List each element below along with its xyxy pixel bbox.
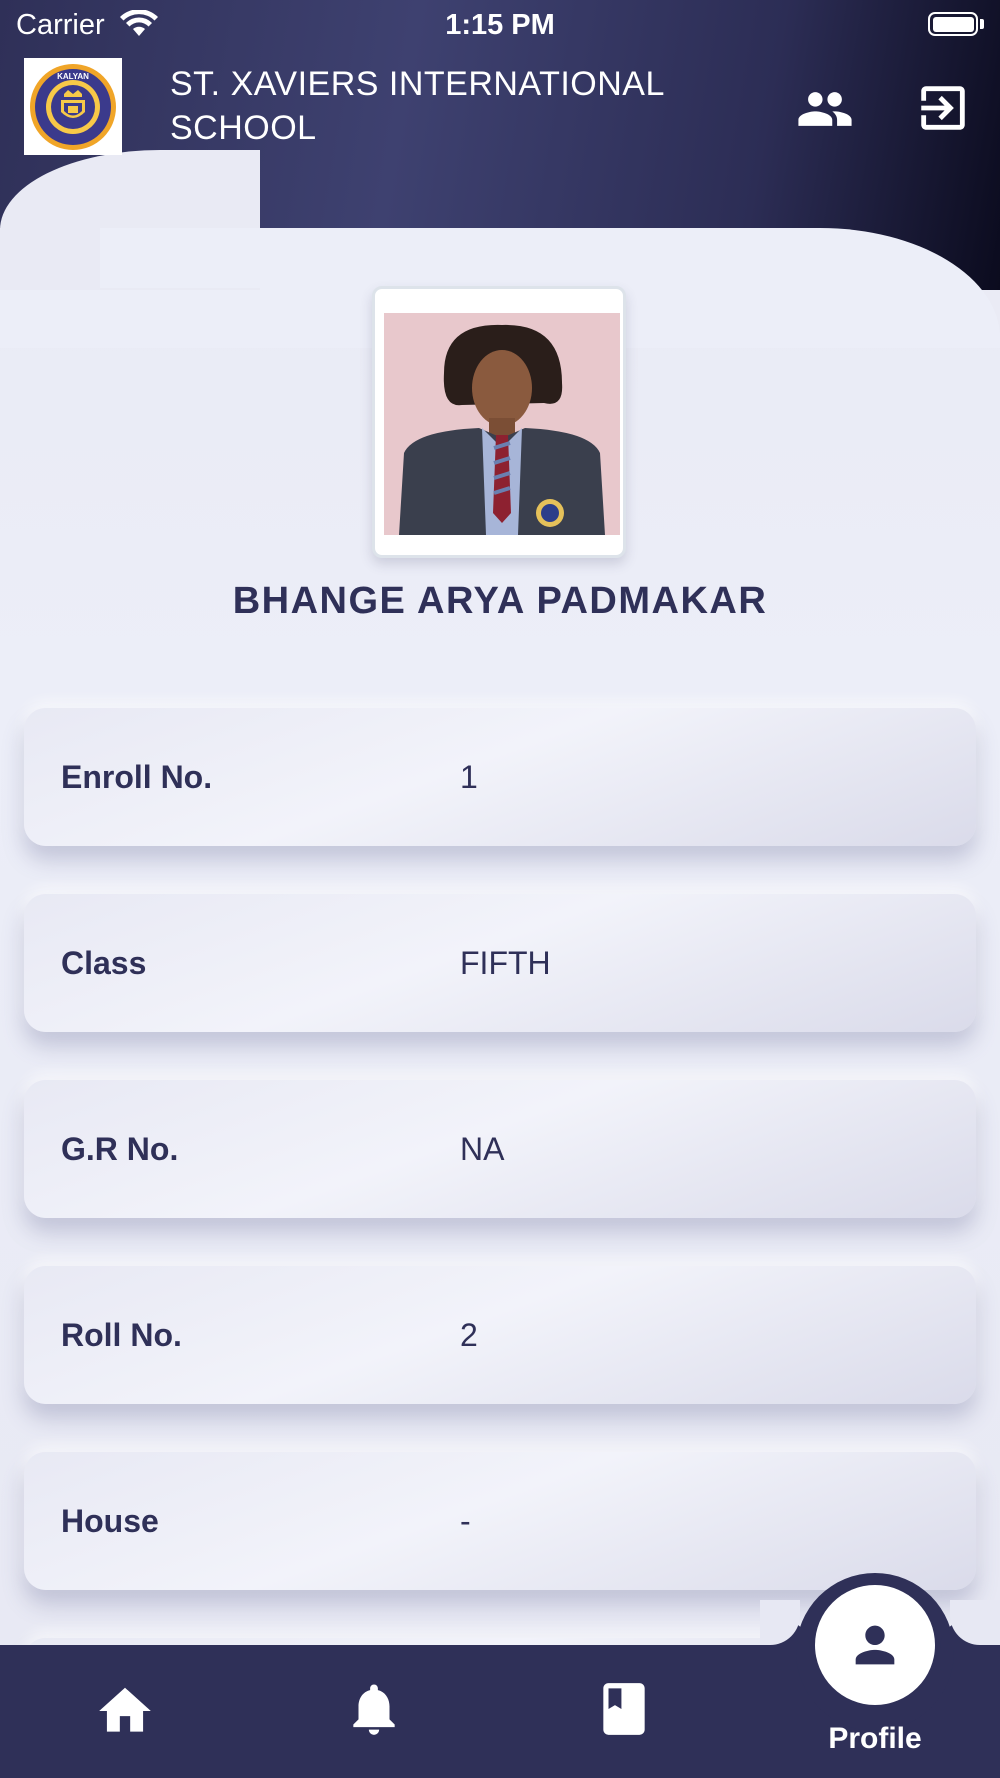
info-card-class: Class FIFTH xyxy=(24,894,976,1032)
info-card-roll-no: Roll No. 2 xyxy=(24,1266,976,1404)
book-icon[interactable] xyxy=(593,1678,655,1740)
info-card-enroll: Enroll No. 1 xyxy=(24,708,976,846)
people-icon[interactable] xyxy=(796,80,854,138)
field-label: Enroll No. xyxy=(61,759,213,795)
profile-nav-label[interactable]: Profile xyxy=(775,1722,975,1756)
status-bar: Carrier 1:15 PM xyxy=(0,0,1000,52)
battery-icon xyxy=(928,12,978,36)
clock: 1:15 PM xyxy=(445,9,555,41)
school-logo: KALYAN xyxy=(24,58,122,155)
school-name: ST. XAVIERS INTERNATIONAL SCHOOL xyxy=(170,65,664,147)
info-card-house: House - xyxy=(24,1452,976,1590)
field-label: Class xyxy=(61,945,147,981)
person-icon xyxy=(855,1625,895,1665)
battery-tip xyxy=(980,19,984,29)
field-value: - xyxy=(460,1503,471,1539)
student-photo xyxy=(384,313,620,535)
logo-text: KALYAN xyxy=(57,72,89,81)
profile-nav-button[interactable] xyxy=(815,1585,935,1705)
field-label: G.R No. xyxy=(61,1131,179,1167)
bell-icon[interactable] xyxy=(343,1678,405,1740)
field-value: FIFTH xyxy=(460,945,551,981)
field-label: House xyxy=(61,1503,159,1539)
field-value: NA xyxy=(460,1131,505,1167)
header-curve-fill xyxy=(100,228,700,288)
field-label: Roll No. xyxy=(61,1317,182,1353)
student-photo-frame xyxy=(372,286,626,558)
student-name: BHANGE ARYA PADMAKAR xyxy=(232,580,768,622)
info-card-gr-no: G.R No. NA xyxy=(24,1080,976,1218)
field-value: 2 xyxy=(460,1317,478,1353)
home-icon[interactable] xyxy=(94,1680,156,1742)
logout-icon[interactable] xyxy=(914,79,972,137)
field-value: 1 xyxy=(460,759,478,795)
